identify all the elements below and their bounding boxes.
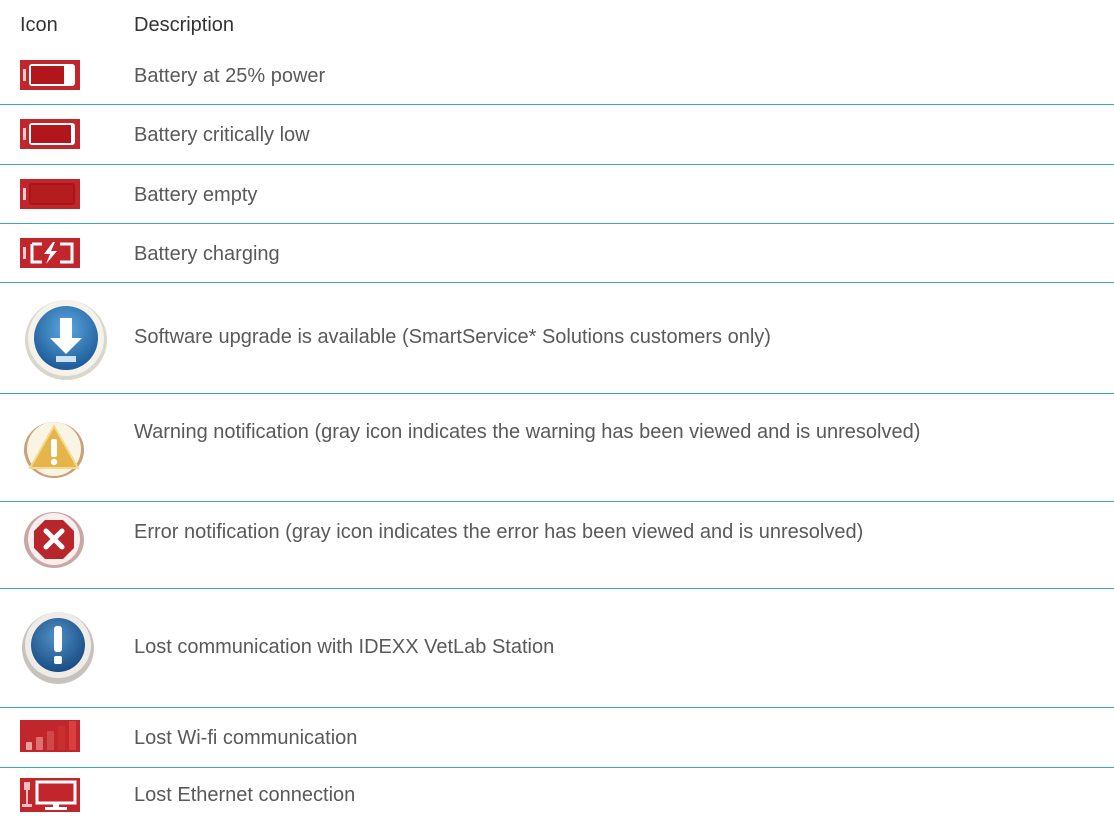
software-upgrade-icon [22,294,110,387]
ethernet-lost-icon [20,778,80,817]
battery-25-icon [20,60,80,95]
table-row: Error notification (gray icon indicates … [0,502,1114,589]
row-description: Error notification (gray icon indicates … [134,521,864,543]
column-header-icon: Icon [20,14,58,36]
row-description: Battery charging [134,243,280,265]
table-row: Battery empty [0,165,1114,224]
row-description: Warning notification (gray icon indicate… [134,421,921,443]
table-row: Battery at 25% power [0,48,1114,105]
row-description: Software upgrade is available (SmartServ… [134,326,771,348]
table-row: Lost communication with IDEXX VetLab Sta… [0,589,1114,708]
error-icon [22,510,86,575]
lost-communication-icon [20,606,96,691]
battery-critical-icon [20,119,80,154]
battery-empty-icon [20,179,80,214]
row-description: Battery empty [134,184,258,206]
row-description: Lost Ethernet connection [134,784,356,806]
table-row: Software upgrade is available (SmartServ… [0,283,1114,394]
table-row: Lost Ethernet connection [0,768,1114,822]
row-description: Battery at 25% power [134,65,326,87]
table-row: Battery critically low [0,105,1114,165]
table-row: Warning notification (gray icon indicate… [0,394,1114,502]
table-row: Battery charging [0,224,1114,283]
table-row: Lost Wi-fi communication [0,708,1114,768]
battery-charging-icon [20,238,80,273]
row-description: Battery critically low [134,124,310,146]
row-description: Lost Wi-fi communication [134,727,358,749]
column-header-description: Description [134,14,235,36]
row-description: Lost communication with IDEXX VetLab Sta… [134,636,555,658]
warning-icon [22,419,86,484]
wifi-lost-icon [20,720,80,757]
